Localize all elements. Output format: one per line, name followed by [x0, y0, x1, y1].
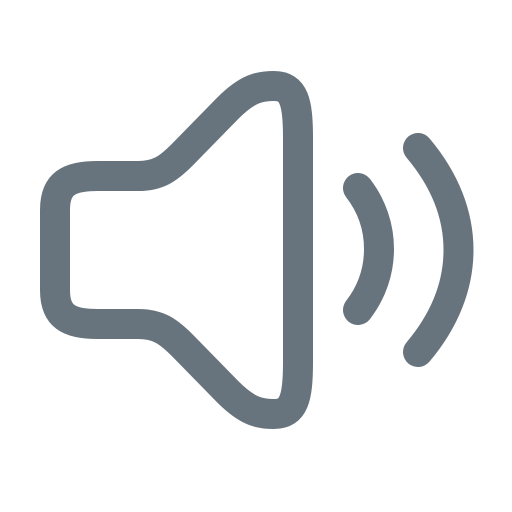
sound-wave-outer-icon [403, 133, 474, 367]
speaker-body-icon [40, 71, 313, 429]
icon-canvas [0, 0, 512, 512]
sound-wave-inner-icon [343, 173, 394, 325]
speaker-volume-icon [40, 71, 474, 429]
